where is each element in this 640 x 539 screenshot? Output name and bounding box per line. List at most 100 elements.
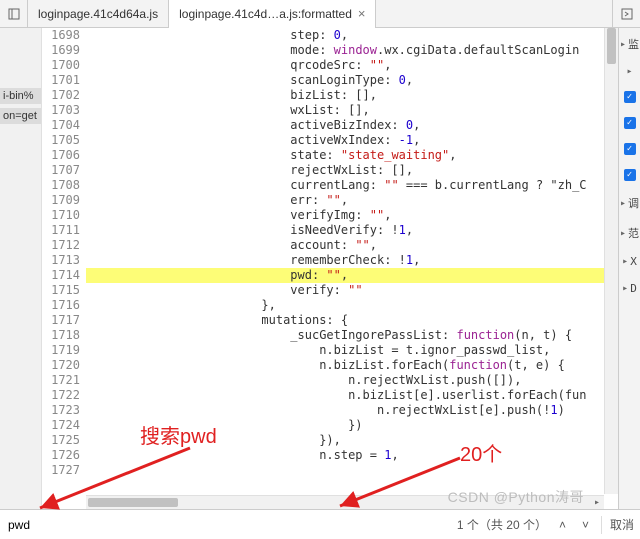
chevron-right-icon: ▸ [620,39,626,50]
tab-source-file[interactable]: loginpage.41c4d64a.js [28,0,169,28]
line-gutter: 1698169917001701170217031704170517061707… [42,28,86,509]
separator [601,516,602,534]
code-line[interactable]: qrcodeSrc: "", [86,58,618,73]
checkbox-icon[interactable]: ✓ [624,91,636,103]
code-line[interactable]: }), [86,433,618,448]
code-line[interactable]: n.step = 1, [86,448,618,463]
line-number: 1714 [42,268,80,283]
code-line[interactable]: activeBizIndex: 0, [86,118,618,133]
code-editor[interactable]: 1698169917001701170217031704170517061707… [42,28,618,509]
search-bar: 1 个（共 20 个） ˄ ˅ 取消 [0,509,640,539]
close-icon[interactable]: × [358,6,366,21]
line-number: 1705 [42,133,80,148]
line-number: 1721 [42,373,80,388]
panel-section-label: 调 [628,195,639,211]
scrollbar-thumb[interactable] [88,498,178,507]
code-line[interactable]: scanLoginType: 0, [86,73,618,88]
panel-section-toggle[interactable]: ▸监 [620,36,639,52]
code-line[interactable]: rememberCheck: !1, [86,253,618,268]
code-line[interactable]: n.bizList = t.ignor_passwd_list, [86,343,618,358]
code-line[interactable] [86,463,618,478]
line-number: 1724 [42,418,80,433]
line-number: 1715 [42,283,80,298]
left-strip-frag: on=get [0,108,41,124]
search-prev-icon[interactable]: ˄ [555,518,570,532]
code-line[interactable]: bizList: [], [86,88,618,103]
code-line[interactable]: account: "", [86,238,618,253]
panel-section-toggle[interactable]: ▸ [626,66,632,77]
panel-section-label: 监 [628,36,639,52]
scrollbar-thumb[interactable] [607,28,616,64]
scrollbar-horizontal[interactable]: ◂ ▸ [86,495,604,509]
code-line[interactable]: verify: "" [86,283,618,298]
tab-formatted-file[interactable]: loginpage.41c4d…a.js:formatted × [169,0,376,28]
files-pane-icon[interactable] [0,0,28,28]
chevron-right-icon: ▸ [622,283,628,294]
line-number: 1709 [42,193,80,208]
code-content[interactable]: step: 0, mode: window.wx.cgiData.default… [86,28,618,509]
code-line[interactable]: mode: window.wx.cgiData.defaultScanLogin [86,43,618,58]
line-number: 1699 [42,43,80,58]
main-area: i-bin% on=get 16981699170017011702170317… [0,28,640,509]
panel-section-toggle[interactable]: ▸X [622,255,637,268]
line-number: 1710 [42,208,80,223]
search-input[interactable] [6,514,266,536]
code-line[interactable]: pwd: "", [86,268,618,283]
code-line[interactable]: }) [86,418,618,433]
tab-label: loginpage.41c4d…a.js:formatted [179,7,352,21]
panel-section-toggle[interactable]: ▸范 [620,225,639,241]
line-number: 1707 [42,163,80,178]
line-number: 1725 [42,433,80,448]
line-number: 1716 [42,298,80,313]
code-line[interactable]: err: "", [86,193,618,208]
line-number: 1700 [42,58,80,73]
panel-section-toggle[interactable]: ▸D [622,282,637,295]
line-number: 1718 [42,328,80,343]
line-number: 1722 [42,388,80,403]
code-line[interactable]: activeWxIndex: -1, [86,133,618,148]
code-line[interactable]: verifyImg: "", [86,208,618,223]
checkbox-icon[interactable]: ✓ [624,143,636,155]
search-count: 1 个（共 20 个） [457,516,547,533]
code-line[interactable]: n.rejectWxList.push([]), [86,373,618,388]
code-line[interactable]: mutations: { [86,313,618,328]
tabs-container: loginpage.41c4d64a.js loginpage.41c4d…a.… [28,0,376,28]
search-next-icon[interactable]: ˅ [578,518,593,532]
code-line[interactable]: wxList: [], [86,103,618,118]
cancel-button[interactable]: 取消 [610,516,634,533]
chevron-right-icon: ▸ [620,198,626,209]
line-number: 1702 [42,88,80,103]
panel-section-toggle[interactable]: ▸调 [620,195,639,211]
line-number: 1713 [42,253,80,268]
code-line[interactable]: n.bizList[e].userlist.forEach(fun [86,388,618,403]
more-tabs-icon[interactable] [612,0,640,28]
chevron-right-icon: ▸ [620,228,626,239]
code-line[interactable]: rejectWxList: [], [86,163,618,178]
checkbox-icon[interactable]: ✓ [624,117,636,129]
code-line[interactable]: currentLang: "" === b.currentLang ? "zh_… [86,178,618,193]
code-line[interactable]: }, [86,298,618,313]
line-number: 1701 [42,73,80,88]
code-line[interactable]: n.rejectWxList[e].push(!1) [86,403,618,418]
line-number: 1712 [42,238,80,253]
line-number: 1704 [42,118,80,133]
chevron-right-icon: ▸ [626,66,632,77]
line-number: 1727 [42,463,80,478]
panel-section-label: X [630,255,637,268]
line-number: 1698 [42,28,80,43]
code-line[interactable]: state: "state_waiting", [86,148,618,163]
panel-section-label: 范 [628,225,639,241]
scroll-right-icon[interactable]: ▸ [590,497,604,508]
line-number: 1726 [42,448,80,463]
code-line[interactable]: step: 0, [86,28,618,43]
checkbox-icon[interactable]: ✓ [624,169,636,181]
code-line[interactable]: n.bizList.forEach(function(t, e) { [86,358,618,373]
scrollbar-vertical[interactable] [604,28,618,494]
tab-label: loginpage.41c4d64a.js [38,7,158,21]
line-number: 1719 [42,343,80,358]
line-number: 1708 [42,178,80,193]
code-line[interactable]: _sucGetIngorePassList: function(n, t) { [86,328,618,343]
line-number: 1717 [42,313,80,328]
chevron-right-icon: ▸ [622,256,628,267]
code-line[interactable]: isNeedVerify: !1, [86,223,618,238]
